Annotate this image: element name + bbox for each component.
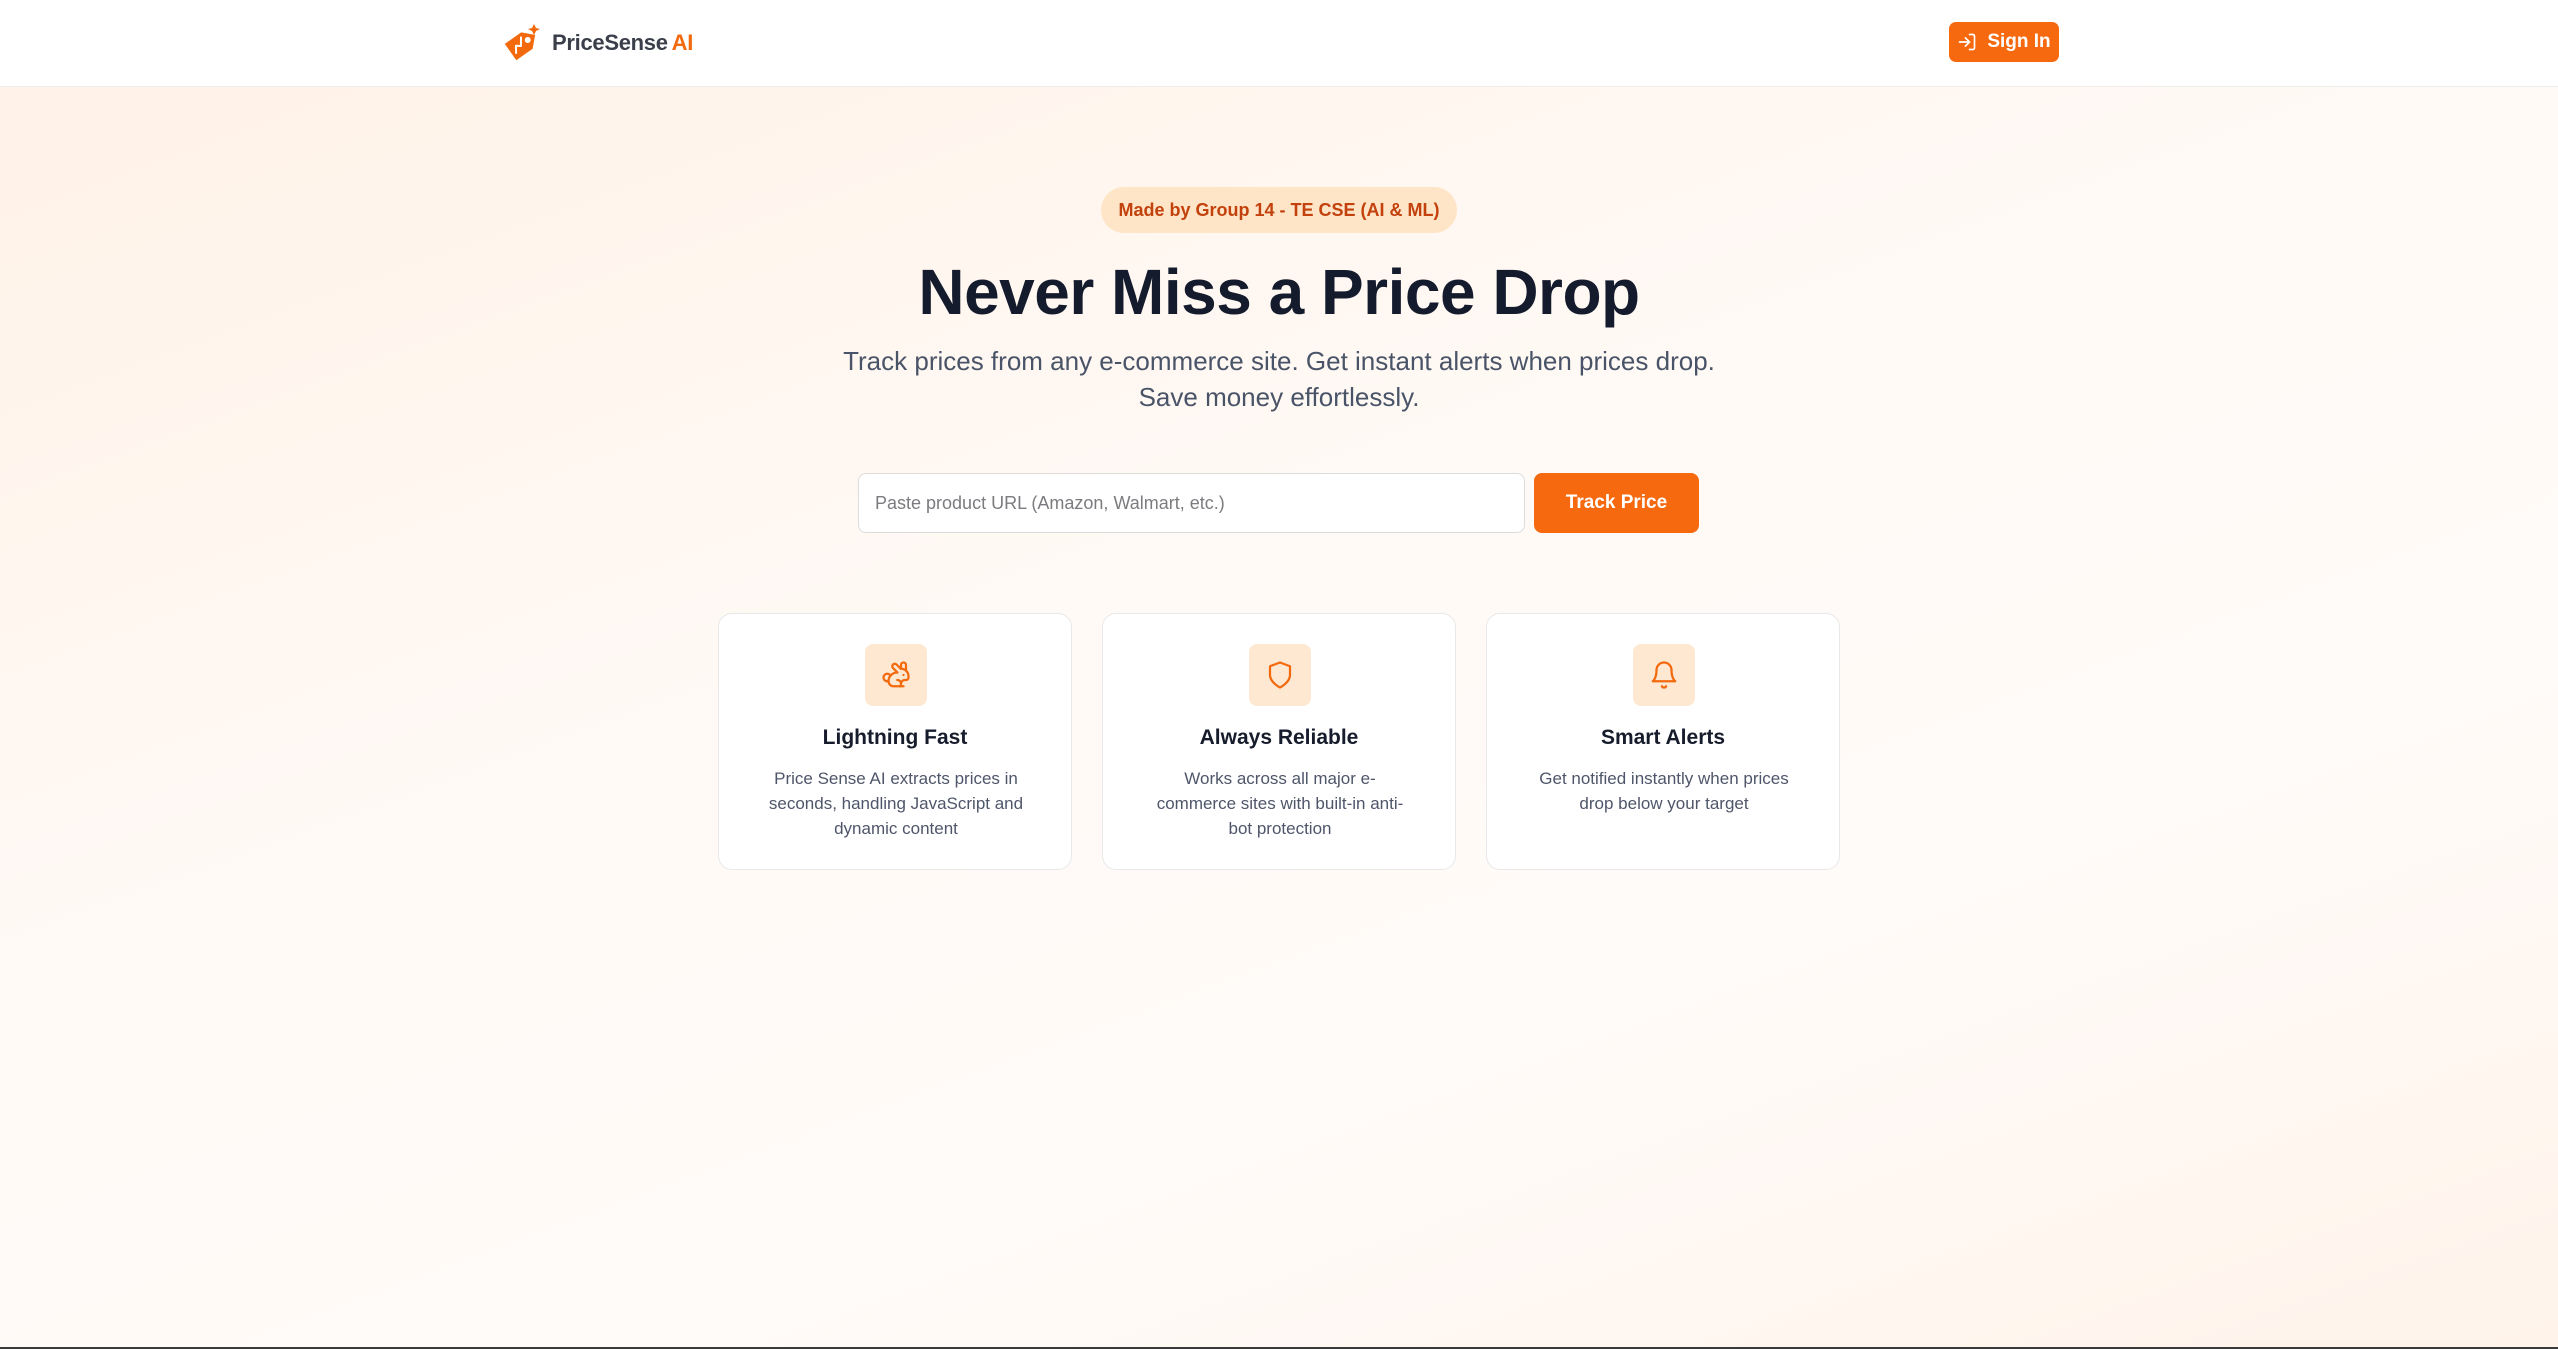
logo[interactable]: PriceSense AI	[498, 20, 693, 66]
logo-name: PriceSense	[552, 30, 668, 55]
feature-description: Price Sense AI extracts prices in second…	[768, 769, 1024, 838]
shield-icon	[1268, 661, 1292, 689]
logo-accent: AI	[671, 30, 694, 55]
bell-icon	[1651, 661, 1677, 689]
track-price-button[interactable]: Track Price	[1534, 473, 1699, 533]
feature-description: Works across all major e-commerce sites …	[1156, 769, 1404, 838]
hero-subtitle-line-1: Track prices from any e-commerce site. G…	[843, 346, 1715, 376]
hero-subtitle-line-2: Save money effortlessly.	[1138, 382, 1420, 412]
sign-in-label: Sign In	[1987, 31, 2051, 52]
feature-card-smart-alerts: Smart Alerts Get notified instantly when…	[1486, 613, 1840, 870]
price-tag-icon	[504, 24, 540, 61]
rabbit-icon	[882, 661, 910, 688]
sign-in-icon	[1958, 33, 1976, 51]
page: PriceSense AI Sign In Made by Group 14 - …	[0, 0, 2558, 1349]
hero-subtitle: Track prices from any e-commerce site. G…	[829, 343, 1729, 415]
product-url-input[interactable]	[858, 473, 1525, 533]
feature-card-always-reliable: Always Reliable Works across all major e…	[1102, 613, 1456, 870]
logo-text: PriceSense AI	[552, 30, 693, 56]
feature-title: Always Reliable	[1199, 726, 1359, 749]
feature-icon-box	[1633, 644, 1695, 706]
feature-title: Smart Alerts	[1600, 726, 1726, 749]
top-nav: PriceSense AI Sign In	[0, 0, 2558, 87]
feature-title: Lightning Fast	[822, 726, 968, 749]
feature-icon-box	[1249, 644, 1311, 706]
feature-icon-box	[865, 644, 927, 706]
sign-in-button[interactable]: Sign In	[1949, 22, 2059, 62]
group-badge: Made by Group 14 - TE CSE (AI & ML)	[1101, 187, 1457, 233]
hero-title: Never Miss a Price Drop	[918, 256, 1640, 328]
feature-card-lightning-fast: Lightning Fast Price Sense AI extracts p…	[718, 613, 1072, 870]
feature-description: Get notified instantly when prices drop …	[1539, 769, 1789, 813]
